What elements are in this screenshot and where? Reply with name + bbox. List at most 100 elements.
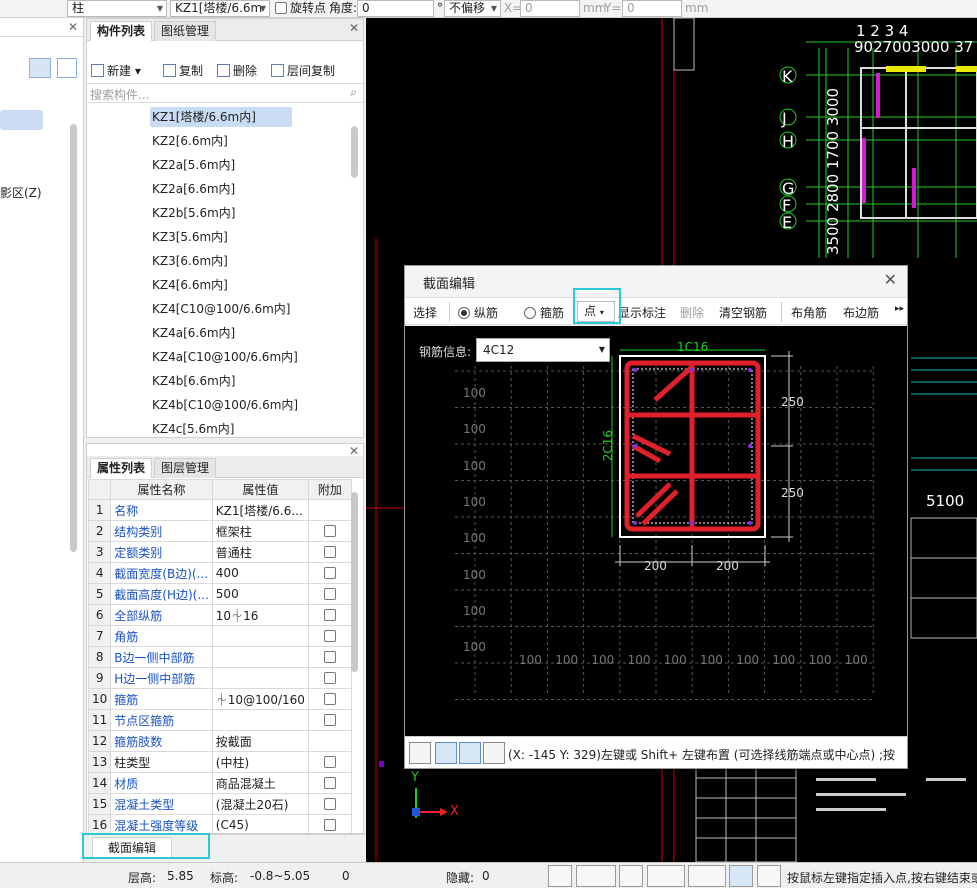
corner-bar-button[interactable]: 布角筋	[791, 304, 827, 321]
extra-checkbox[interactable]	[323, 588, 336, 600]
close-icon[interactable]: ✕	[68, 20, 78, 34]
property-value[interactable]: 商品混凝土	[211, 772, 309, 794]
select-button[interactable]: 选择	[413, 304, 437, 321]
list-item[interactable]: KZ2b[5.6m内]	[150, 203, 235, 223]
angle-icon[interactable]	[647, 865, 685, 887]
clear-rebar-button[interactable]: 清空钢筋	[719, 304, 767, 321]
table-row[interactable]: 2 结构类别 框架柱	[87, 520, 352, 542]
radio-stirrup[interactable]: 箍筋	[524, 304, 564, 321]
snap-icon[interactable]	[483, 742, 505, 764]
list-item[interactable]: KZ4c[5.6m内]	[150, 419, 234, 439]
property-value[interactable]: ⏆10@100/160	[211, 688, 309, 710]
list-item[interactable]: KZ3[5.6m内]	[150, 227, 228, 247]
table-row[interactable]: 14 材质 商品混凝土	[87, 772, 352, 794]
cross-icon[interactable]	[619, 865, 643, 887]
scrollbar[interactable]	[351, 492, 358, 672]
property-value[interactable]: (混凝土20石)	[211, 793, 309, 815]
search-input[interactable]: 搜索构件... ⌕	[87, 83, 363, 103]
tab-property-list[interactable]: 属性列表	[90, 458, 153, 478]
list-item[interactable]: KZ2a[5.6m内]	[150, 155, 235, 175]
y-input[interactable]: 0	[622, 0, 682, 17]
type-select[interactable]: 柱 ▼	[67, 0, 167, 17]
extra-checkbox[interactable]	[323, 525, 336, 537]
arc-icon[interactable]	[757, 865, 781, 887]
list-item[interactable]: KZ4a[C10@100/6.6m内]	[150, 347, 298, 367]
delete-rebar-button[interactable]: 删除	[680, 304, 704, 321]
table-row[interactable]: 7 角筋	[87, 625, 352, 647]
nav-selected-item[interactable]	[0, 110, 43, 130]
extra-checkbox[interactable]	[323, 777, 336, 789]
more-icon[interactable]: ▸▸	[895, 304, 904, 314]
property-value[interactable]	[211, 667, 309, 689]
table-row[interactable]: 11 节点区箍筋	[87, 709, 352, 731]
point-icon[interactable]	[688, 865, 726, 887]
property-value[interactable]	[211, 625, 309, 647]
list-view-icon[interactable]	[29, 58, 51, 78]
table-row[interactable]: 3 定额类别 普通柱	[87, 541, 352, 563]
close-icon[interactable]: ✕	[884, 270, 897, 289]
extra-checkbox[interactable]	[323, 672, 336, 684]
table-row[interactable]: 10 箍筋 ⏆10@100/160	[87, 688, 352, 710]
extra-checkbox[interactable]	[323, 609, 336, 621]
x-input[interactable]: 0	[520, 0, 580, 17]
table-row[interactable]: 5 截面高度(H边)(... 500	[87, 583, 352, 605]
list-item[interactable]: KZ4a[6.6m内]	[150, 323, 235, 343]
table-row[interactable]: 1 名称 KZ1[塔楼/6.6...	[87, 499, 352, 521]
radio-longitudinal[interactable]: 纵筋	[458, 304, 498, 321]
property-value[interactable]	[211, 646, 309, 668]
extra-checkbox[interactable]	[323, 756, 336, 768]
property-value[interactable]: 按截面	[211, 730, 309, 752]
list-item[interactable]: KZ2a[6.6m内]	[150, 179, 235, 199]
angle-input[interactable]: 0	[357, 0, 434, 17]
property-value[interactable]: 普通柱	[211, 541, 309, 563]
property-value[interactable]	[211, 709, 309, 731]
scrollbar[interactable]	[70, 124, 77, 552]
display-icon[interactable]	[729, 865, 753, 887]
scrollbar[interactable]	[351, 126, 358, 178]
list-item[interactable]: KZ1[塔楼/6.6m内]	[150, 107, 292, 127]
perpendicular-icon[interactable]	[459, 742, 481, 764]
property-value[interactable]: (C45)	[211, 814, 309, 833]
rebar-info-input[interactable]: 4C12 ▼	[476, 338, 610, 362]
extra-checkbox[interactable]	[323, 693, 336, 705]
table-row[interactable]: 8 B边一侧中部筋	[87, 646, 352, 668]
offset-select[interactable]: 不偏移 ▼	[444, 0, 501, 17]
list-item[interactable]: KZ4[C10@100/6.6m内]	[150, 299, 290, 319]
tab-drawing-manage[interactable]: 图纸管理	[154, 21, 217, 41]
ortho-icon[interactable]	[409, 742, 431, 764]
property-value[interactable]: KZ1[塔楼/6.6...	[211, 499, 309, 521]
snap-mode-icon[interactable]	[576, 865, 616, 887]
polar-icon[interactable]	[435, 742, 457, 764]
copy-button[interactable]: 复制	[163, 62, 203, 79]
close-icon[interactable]: ✕	[349, 21, 359, 35]
table-row[interactable]: 12 箍筋肢数 按截面	[87, 730, 352, 752]
property-value[interactable]: 框架柱	[211, 520, 309, 542]
extra-checkbox[interactable]	[323, 651, 336, 663]
property-value[interactable]: (中柱)	[211, 751, 309, 773]
floor-copy-button[interactable]: 层间复制	[271, 62, 335, 79]
ortho-icon[interactable]	[548, 865, 572, 887]
show-label-button[interactable]: 显示标注	[618, 304, 666, 321]
new-button[interactable]: 新建 ▾	[91, 62, 141, 79]
rotate-point-checkbox[interactable]	[275, 2, 287, 14]
table-row[interactable]: 13 柱类型 (中柱)	[87, 751, 352, 773]
extra-checkbox[interactable]	[323, 819, 336, 831]
list-item[interactable]: KZ4b[C10@100/6.6m内]	[150, 395, 298, 415]
table-row[interactable]: 4 截面宽度(B边)(... 400	[87, 562, 352, 584]
extra-checkbox[interactable]	[323, 798, 336, 810]
extra-checkbox[interactable]	[323, 714, 336, 726]
delete-button[interactable]: 删除	[217, 62, 257, 79]
detail-view-icon[interactable]	[57, 58, 77, 78]
table-row[interactable]: 16 混凝土强度等级 (C45)	[87, 814, 352, 833]
property-value[interactable]: 10⏆16	[211, 604, 309, 626]
extra-checkbox[interactable]	[323, 567, 336, 579]
table-row[interactable]: 15 混凝土类型 (混凝土20石)	[87, 793, 352, 815]
extra-checkbox[interactable]	[323, 630, 336, 642]
section-drawing-area[interactable]: 钢筋信息: 4C12 ▼ 1C16 2C16 250 250 200 200 10…	[405, 326, 910, 736]
extra-checkbox[interactable]	[323, 546, 336, 558]
table-row[interactable]: 9 H边一侧中部筋	[87, 667, 352, 689]
list-item[interactable]: KZ4b[6.6m内]	[150, 371, 235, 391]
property-value[interactable]: 400	[211, 562, 309, 584]
property-value[interactable]: 500	[211, 583, 309, 605]
tab-layer-manage[interactable]: 图层管理	[154, 458, 217, 478]
